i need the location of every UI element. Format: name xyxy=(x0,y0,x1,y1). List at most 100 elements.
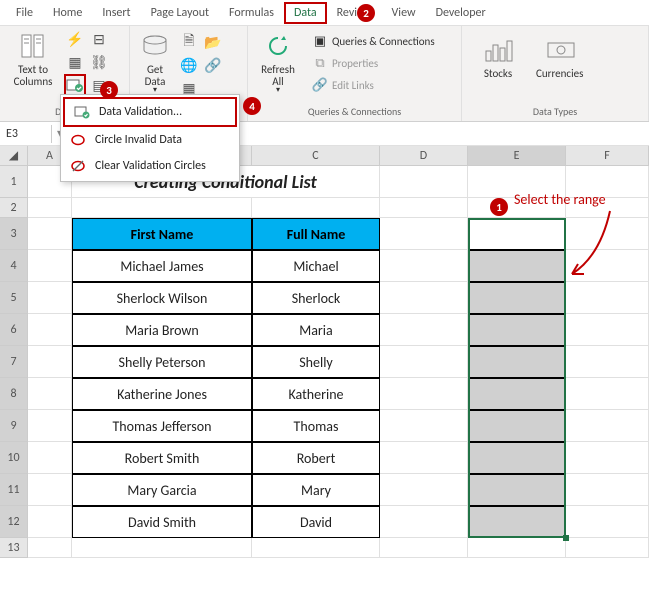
table-cell[interactable]: Katherine xyxy=(252,378,380,410)
table-cell[interactable]: Michael xyxy=(252,250,380,282)
cell[interactable] xyxy=(28,314,72,346)
data-validation-button[interactable] xyxy=(64,74,86,96)
worksheet-grid[interactable]: ◢ A B C D E F 1 Creating Conditional Lis… xyxy=(0,146,649,558)
get-data-button[interactable]: Get Data ▾ xyxy=(134,28,176,97)
cell[interactable] xyxy=(380,218,468,250)
cell[interactable] xyxy=(28,378,72,410)
cell-selected[interactable] xyxy=(468,346,566,378)
row-header[interactable]: 11 xyxy=(0,474,28,506)
table-cell[interactable]: Thomas xyxy=(252,410,380,442)
row-header[interactable]: 5 xyxy=(0,282,28,314)
row-header[interactable]: 3 xyxy=(0,218,28,250)
table-cell[interactable]: Robert xyxy=(252,442,380,474)
menu-data-validation[interactable]: Data Validation... xyxy=(63,97,237,127)
row-header[interactable]: 1 xyxy=(0,166,28,198)
cell[interactable] xyxy=(72,198,252,218)
existing-connections-button[interactable]: 🔗 xyxy=(202,54,224,76)
cell[interactable] xyxy=(252,538,380,558)
cell[interactable] xyxy=(566,378,649,410)
cell[interactable] xyxy=(252,198,380,218)
menu-circle-invalid[interactable]: Circle Invalid Data xyxy=(61,127,239,153)
from-text-csv-button[interactable]: 🗎 xyxy=(178,31,200,53)
row-header[interactable]: 9 xyxy=(0,410,28,442)
table-cell[interactable]: Mary Garcia xyxy=(72,474,252,506)
select-all-corner[interactable]: ◢ xyxy=(0,146,28,166)
col-header-d[interactable]: D xyxy=(380,146,468,166)
table-header-full-name[interactable]: Full Name xyxy=(252,218,380,250)
cell[interactable] xyxy=(72,538,252,558)
table-cell[interactable]: Robert Smith xyxy=(72,442,252,474)
text-to-columns-button[interactable]: Text to Columns xyxy=(4,28,62,90)
cell[interactable] xyxy=(468,538,566,558)
table-header-first-name[interactable]: First Name xyxy=(72,218,252,250)
cell[interactable] xyxy=(28,506,72,538)
cell-selected[interactable] xyxy=(468,250,566,282)
relationships-button[interactable]: ⛓ xyxy=(88,51,110,73)
row-header[interactable]: 8 xyxy=(0,378,28,410)
row-header[interactable]: 12 xyxy=(0,506,28,538)
cell[interactable] xyxy=(566,314,649,346)
tab-developer[interactable]: Developer xyxy=(426,2,496,24)
cell[interactable] xyxy=(28,250,72,282)
table-cell[interactable]: Shelly Peterson xyxy=(72,346,252,378)
cell[interactable] xyxy=(28,442,72,474)
table-cell[interactable]: Sherlock xyxy=(252,282,380,314)
cell[interactable] xyxy=(566,506,649,538)
row-header[interactable]: 7 xyxy=(0,346,28,378)
stocks-button[interactable]: Stocks xyxy=(478,32,518,82)
row-header[interactable]: 2 xyxy=(0,198,28,218)
cell[interactable] xyxy=(28,198,72,218)
cell-selected[interactable] xyxy=(468,442,566,474)
cell[interactable] xyxy=(28,346,72,378)
row-header[interactable]: 6 xyxy=(0,314,28,346)
table-cell[interactable]: David xyxy=(252,506,380,538)
cell[interactable] xyxy=(380,314,468,346)
recent-sources-button[interactable]: 📂 xyxy=(202,31,224,53)
tab-page-layout[interactable]: Page Layout xyxy=(141,2,219,24)
row-header[interactable]: 4 xyxy=(0,250,28,282)
cell[interactable] xyxy=(380,282,468,314)
queries-connections-button[interactable]: ▣ Queries & Connections xyxy=(308,31,439,51)
cell[interactable] xyxy=(380,474,468,506)
cell[interactable] xyxy=(28,474,72,506)
table-cell[interactable]: Katherine Jones xyxy=(72,378,252,410)
properties-button[interactable]: ⧉ Properties xyxy=(308,53,439,73)
col-header-f[interactable]: F xyxy=(566,146,649,166)
selection-handle[interactable] xyxy=(563,535,569,541)
cell[interactable] xyxy=(380,250,468,282)
from-web-button[interactable]: 🌐 xyxy=(178,54,200,76)
cell[interactable] xyxy=(380,442,468,474)
table-cell[interactable]: Sherlock Wilson xyxy=(72,282,252,314)
cell[interactable] xyxy=(380,166,468,198)
cell-selected[interactable] xyxy=(468,410,566,442)
table-cell[interactable]: Michael James xyxy=(72,250,252,282)
tab-insert[interactable]: Insert xyxy=(92,2,140,24)
refresh-all-button[interactable]: Refresh All ▾ xyxy=(252,28,304,97)
table-cell[interactable]: Mary xyxy=(252,474,380,506)
table-cell[interactable]: Maria Brown xyxy=(72,314,252,346)
col-header-e[interactable]: E xyxy=(468,146,566,166)
cell[interactable] xyxy=(566,442,649,474)
cell[interactable] xyxy=(28,218,72,250)
name-box[interactable]: E3 xyxy=(0,125,52,143)
tab-formulas[interactable]: Formulas xyxy=(219,2,284,24)
cell[interactable] xyxy=(566,474,649,506)
cell-selected[interactable] xyxy=(468,282,566,314)
tab-file[interactable]: File xyxy=(6,2,43,24)
table-cell[interactable]: Thomas Jefferson xyxy=(72,410,252,442)
currencies-button[interactable]: Currencies xyxy=(532,32,587,82)
tab-home[interactable]: Home xyxy=(43,2,92,24)
cell[interactable] xyxy=(28,282,72,314)
edit-links-button[interactable]: 🔗 Edit Links xyxy=(308,75,439,95)
cell[interactable] xyxy=(380,410,468,442)
cell[interactable] xyxy=(380,538,468,558)
cell-selected[interactable] xyxy=(468,474,566,506)
consolidate-button[interactable]: ⊟ xyxy=(88,28,110,50)
cell[interactable] xyxy=(566,282,649,314)
cell[interactable] xyxy=(28,538,72,558)
table-cell[interactable]: Shelly xyxy=(252,346,380,378)
menu-clear-circles[interactable]: Clear Validation Circles xyxy=(61,153,239,179)
cell-selected[interactable] xyxy=(468,314,566,346)
cell[interactable] xyxy=(566,538,649,558)
cell-selected-active[interactable] xyxy=(468,218,566,250)
